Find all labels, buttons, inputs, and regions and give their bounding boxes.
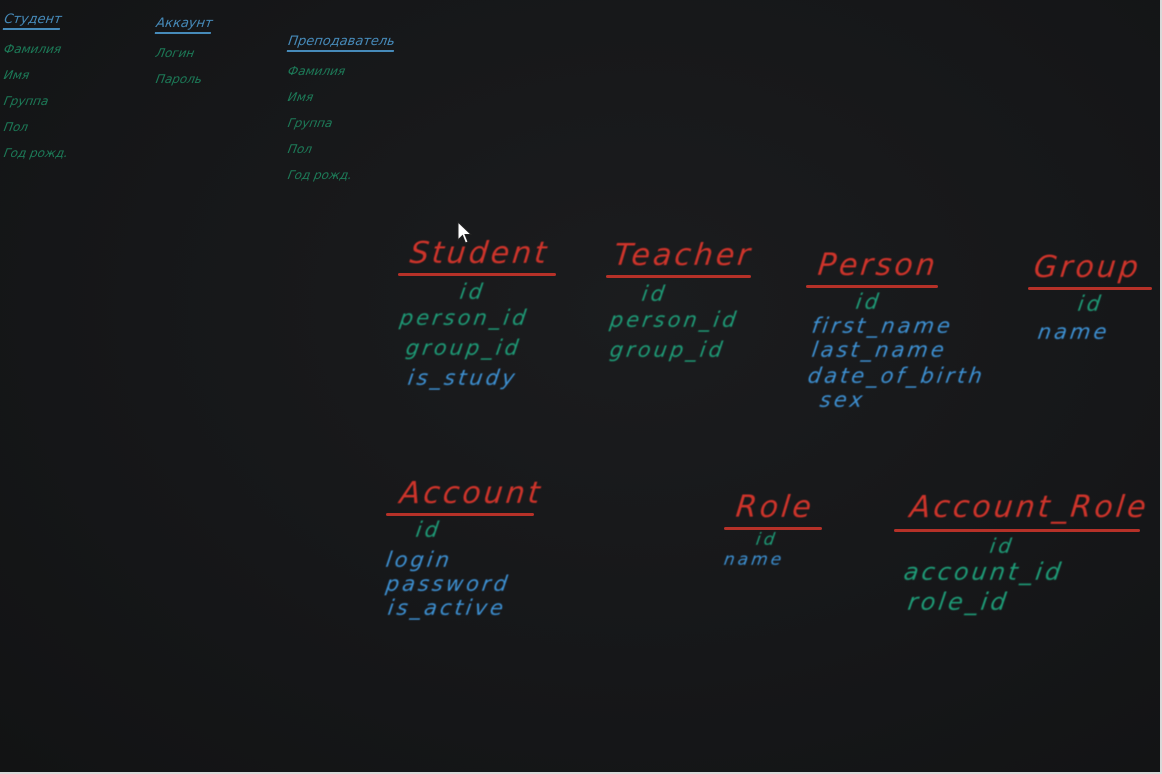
- note-title: Аккаунт: [154, 16, 214, 34]
- note-item: Логин: [154, 46, 196, 60]
- entity-underline: [606, 275, 751, 278]
- entity-underline: [398, 273, 556, 276]
- entity-group: Group id name: [1028, 250, 1154, 344]
- entity-account-role: Account_Role id account_id role_id: [894, 490, 1151, 616]
- note-item: Пароль: [154, 72, 204, 86]
- note-item: Группа: [286, 116, 334, 130]
- entity-field: group_id: [404, 336, 523, 360]
- entity-field: is_active: [386, 596, 508, 620]
- entity-title: Account_Role: [908, 490, 1151, 525]
- note-title: Студент: [2, 12, 63, 30]
- entity-field: name: [722, 550, 786, 570]
- entity-field: id: [988, 534, 1016, 558]
- entity-field: person_id: [398, 306, 531, 330]
- blackboard: Студент Фамилия Имя Группа Пол Год рожд.…: [0, 0, 1162, 774]
- note-item: Год рожд.: [2, 146, 70, 160]
- entity-field: first_name: [810, 314, 955, 338]
- entity-field: group_id: [608, 338, 727, 362]
- entity-field: is_study: [406, 366, 520, 390]
- entity-underline: [806, 285, 938, 288]
- entity-title: Person: [816, 248, 940, 283]
- entity-underline: [1028, 287, 1152, 290]
- entity-teacher: Teacher id person_id group_id: [606, 238, 756, 362]
- entity-title: Account: [398, 476, 545, 511]
- note-item: Пол: [2, 120, 30, 134]
- entity-field: id: [854, 290, 883, 314]
- note-item: Группа: [2, 94, 50, 108]
- entity-field: last_name: [810, 338, 949, 362]
- entity-title: Role: [734, 490, 816, 525]
- entity-person: Person id first_name last_name date_of_b…: [806, 248, 996, 412]
- entity-field: person_id: [608, 308, 741, 332]
- entity-field: account_id: [902, 558, 1066, 586]
- entity-role: Role id name: [722, 490, 828, 570]
- entity-field: id: [1076, 292, 1105, 316]
- entity-field: id: [754, 530, 779, 550]
- note-teacher: Преподаватель Фамилия Имя Группа Пол Год…: [286, 30, 396, 188]
- entity-student: Student id person_id group_id is_study: [398, 236, 558, 390]
- entity-field: name: [1036, 320, 1112, 344]
- entity-field: login: [384, 548, 454, 572]
- entity-field: role_id: [906, 588, 1011, 616]
- entity-title: Group: [1032, 250, 1143, 285]
- entity-field: id: [414, 518, 443, 542]
- entity-field: date_of_birth: [806, 364, 987, 388]
- note-item: Имя: [2, 68, 31, 82]
- note-item: Пол: [286, 142, 314, 156]
- note-item: Фамилия: [286, 64, 347, 78]
- note-title: Преподаватель: [286, 34, 396, 52]
- note-account: Аккаунт Логин Пароль: [154, 12, 214, 92]
- entity-field: id: [458, 280, 487, 304]
- entity-field: password: [384, 572, 512, 596]
- entity-field: sex: [818, 388, 867, 412]
- note-student: Студент Фамилия Имя Группа Пол Год рожд.: [2, 8, 70, 166]
- note-item: Имя: [286, 90, 315, 104]
- entity-field: id: [640, 282, 669, 306]
- entity-underline: [386, 513, 534, 516]
- entity-account: Account id login password is_active: [384, 476, 546, 620]
- note-item: Год рожд.: [286, 168, 354, 182]
- entity-title: Student: [408, 236, 551, 271]
- entity-title: Teacher: [612, 238, 755, 273]
- entity-underline: [894, 529, 1140, 532]
- note-item: Фамилия: [2, 42, 63, 56]
